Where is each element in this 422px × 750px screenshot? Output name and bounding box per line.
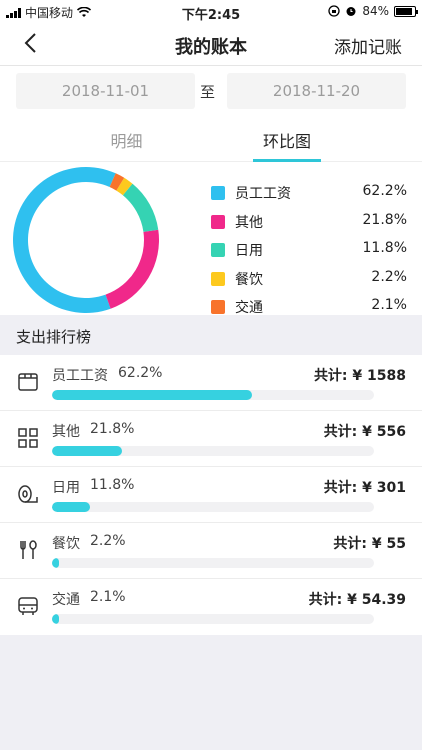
- ranking-progress-track: [52, 614, 374, 624]
- battery-icon: [394, 5, 418, 17]
- ranking-row[interactable]: 日用 11.8% 共计: ¥ 301: [0, 467, 422, 523]
- ranking-progress-fill: [52, 614, 59, 624]
- ranking-percent: 2.2%: [90, 533, 126, 549]
- legend-item: 交通 2.1%: [211, 293, 407, 315]
- legend-swatch: [211, 243, 225, 257]
- donut-slice-2: [105, 229, 159, 309]
- donut-chart: [13, 167, 159, 313]
- legend-value: 11.8%: [362, 240, 407, 256]
- bus-icon: [16, 594, 40, 618]
- add-record-button[interactable]: 添加记账: [334, 33, 402, 58]
- ranking-total: 共计: ¥ 556: [323, 424, 406, 440]
- ranking-progress-track: [52, 502, 374, 512]
- chart-panel: 员工工资 62.2% 其他 21.8% 日用 11.8% 餐饮 2.2% 交通 2.1%: [0, 162, 422, 315]
- donut-slice-1: [13, 167, 116, 313]
- ranking-total: 共计: ¥ 55: [333, 536, 406, 552]
- tab-detail[interactable]: 明细: [0, 128, 253, 152]
- ranking-total: 共计: ¥ 301: [323, 480, 406, 496]
- legend-label: 员工工资: [235, 186, 291, 202]
- fork-spoon-icon: [16, 538, 40, 562]
- legend-label: 交通: [235, 300, 263, 315]
- legend-item: 员工工资 62.2%: [211, 179, 407, 207]
- ranking-percent: 11.8%: [90, 477, 135, 493]
- ranking-header: 支出排行榜: [0, 315, 422, 355]
- ranking-total: 共计: ¥ 54.39: [308, 592, 406, 608]
- legend-swatch: [211, 300, 225, 314]
- legend-swatch: [211, 214, 225, 229]
- ranking-progress-track: [52, 390, 374, 400]
- ranking-row[interactable]: 其他 21.8% 共计: ¥ 556: [0, 411, 422, 467]
- tab-chart[interactable]: 环比图: [253, 128, 321, 152]
- orientation-lock-icon: [328, 5, 340, 17]
- legend-value: 2.1%: [371, 297, 407, 313]
- ranking-percent: 62.2%: [118, 365, 163, 381]
- ranking-progress-fill: [52, 446, 123, 456]
- ranking-percent: 2.1%: [90, 589, 126, 605]
- legend-value: 21.8%: [362, 211, 407, 228]
- ranking-row[interactable]: 餐饮 2.2% 共计: ¥ 55: [0, 523, 422, 579]
- ranking-total: 共计: ¥ 1588: [313, 368, 406, 384]
- start-date-field[interactable]: 2018-11-01: [16, 73, 195, 109]
- legend-swatch: [211, 271, 225, 286]
- ranking-list: 员工工资 62.2% 共计: ¥ 1588 其他 21.8% 共计: ¥ 556 日用 11.…: [0, 355, 422, 635]
- ranking-category-name: 交通: [52, 592, 80, 608]
- ranking-progress-fill: [52, 502, 90, 512]
- status-right: 84%: [328, 4, 418, 18]
- ranking-category-name: 日用: [52, 480, 80, 496]
- ranking-row[interactable]: 员工工资 62.2% 共计: ¥ 1588: [0, 355, 422, 411]
- date-range-bar: 2018-11-01 至 2018-11-20: [0, 66, 422, 116]
- legend-item: 日用 11.8%: [211, 236, 407, 264]
- legend-item: 其他 21.8%: [211, 208, 407, 236]
- ranking-category-name: 其他: [52, 424, 80, 440]
- legend-swatch: [211, 186, 225, 200]
- ranking-progress-fill: [52, 558, 60, 568]
- legend-label: 日用: [235, 243, 263, 259]
- navigation-bar: 我的账本 添加记账: [0, 22, 422, 66]
- legend-value: 2.2%: [371, 268, 407, 285]
- wallet-icon: [16, 370, 40, 394]
- legend-label: 其他: [235, 214, 263, 231]
- alarm-icon: [346, 7, 356, 16]
- ranking-category-name: 员工工资: [52, 368, 108, 384]
- ranking-progress-fill: [52, 390, 253, 400]
- ranking-percent: 21.8%: [90, 421, 135, 437]
- status-bar: 中国移动 下午2:45 84%: [0, 0, 422, 23]
- legend-item: 餐饮 2.2%: [211, 265, 407, 293]
- donut-slice-3: [122, 183, 159, 232]
- view-tabs: 明细 环比图: [0, 116, 422, 162]
- legend-value: 62.2%: [362, 183, 407, 199]
- legend-label: 餐饮: [235, 271, 263, 288]
- ranking-progress-track: [52, 558, 374, 568]
- ranking-row[interactable]: 交通 2.1% 共计: ¥ 54.39: [0, 579, 422, 635]
- tissue-roll-icon: [16, 482, 40, 506]
- battery-percent: 84%: [362, 4, 389, 18]
- ranking-category-name: 餐饮: [52, 536, 80, 552]
- date-separator: 至: [200, 83, 216, 101]
- ranking-title: 支出排行榜: [16, 328, 92, 346]
- ranking-progress-track: [52, 446, 374, 456]
- end-date-field[interactable]: 2018-11-20: [227, 73, 406, 109]
- grid-icon: [16, 426, 40, 450]
